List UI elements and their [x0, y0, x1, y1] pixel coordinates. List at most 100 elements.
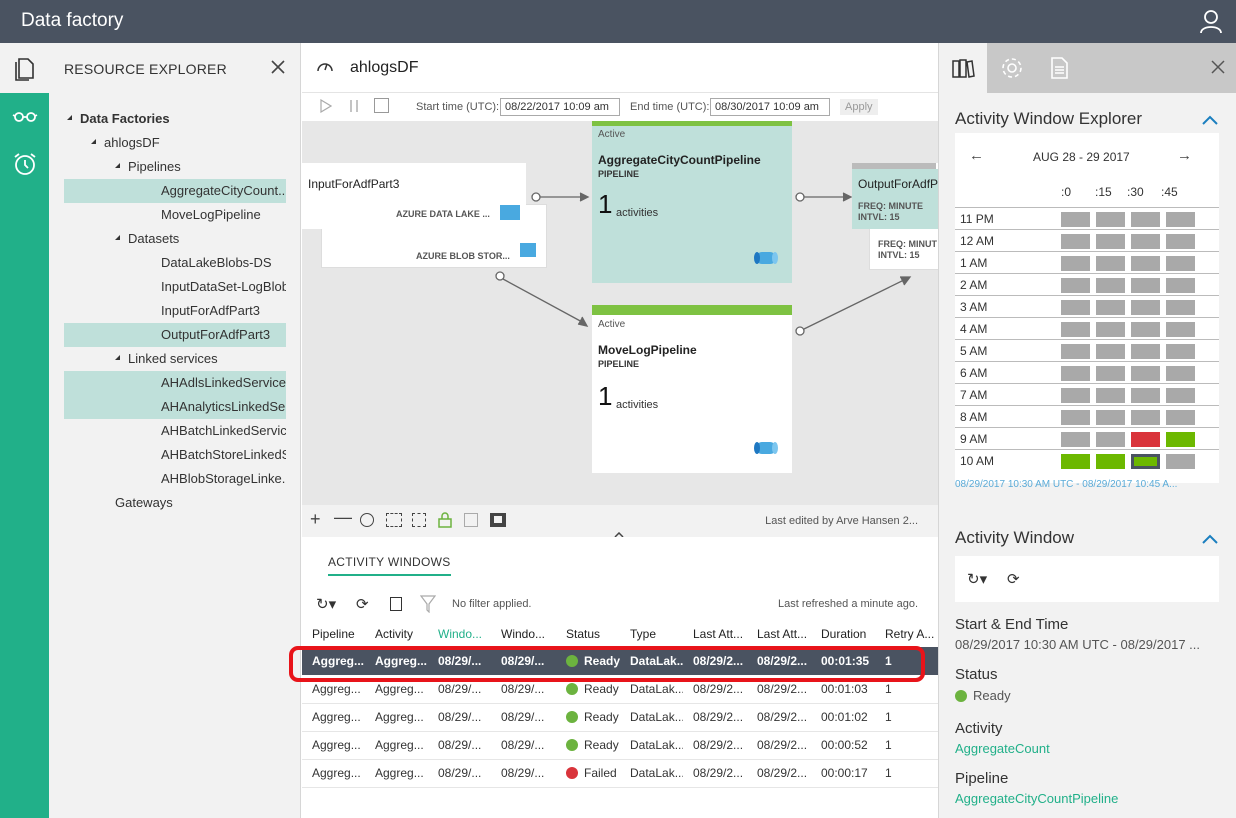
column-header[interactable]: Last Att...	[683, 621, 747, 647]
activity-window-cell[interactable]	[1061, 300, 1090, 315]
minimap-icon[interactable]	[490, 513, 506, 527]
monitor-glasses-icon[interactable]	[12, 103, 38, 129]
tree-item[interactable]: AHBatchStoreLinkedS...	[64, 443, 286, 467]
column-header[interactable]: Type	[620, 621, 683, 647]
books-icon[interactable]	[951, 56, 975, 80]
table-row[interactable]: Aggreg... Aggreg... 08/29/... 08/29/... Read…	[302, 647, 938, 675]
activity-window-cell[interactable]	[1096, 454, 1125, 469]
activity-window-cell[interactable]	[1096, 432, 1125, 447]
activity-window-cell[interactable]	[1166, 388, 1195, 403]
activity-window-cell[interactable]	[1096, 388, 1125, 403]
tab-activity-windows[interactable]: ACTIVITY WINDOWS	[328, 555, 451, 576]
activity-window-cell[interactable]	[1166, 366, 1195, 381]
user-icon[interactable]	[1198, 8, 1224, 34]
expand-triangle-icon[interactable]	[115, 163, 120, 169]
activity-window-cell[interactable]	[1131, 432, 1160, 447]
select-icon[interactable]	[412, 513, 426, 527]
activity-window-cell[interactable]	[1096, 212, 1125, 227]
activity-window-cell[interactable]	[1166, 212, 1195, 227]
tree-item[interactable]: DataLakeBlobs-DS	[64, 251, 286, 275]
activity-window-cell[interactable]	[1096, 300, 1125, 315]
diagram-canvas[interactable]: AZURE BLOB STOR... InputForAdfPart3 AZUR…	[302, 121, 938, 505]
column-header[interactable]: Pipeline	[302, 621, 365, 647]
close-icon[interactable]	[270, 59, 286, 75]
pipeline-link[interactable]: AggregateCityCountPipeline	[955, 791, 1118, 806]
play-icon[interactable]	[320, 99, 332, 113]
activity-window-cell[interactable]	[1131, 366, 1160, 381]
resource-explorer-icon[interactable]	[12, 55, 38, 81]
alarm-clock-icon[interactable]	[12, 151, 38, 177]
layout-icon[interactable]	[464, 513, 478, 527]
table-row[interactable]: Aggreg... Aggreg... 08/29/... 08/29/... Read…	[302, 731, 938, 760]
rerun-icon[interactable]: ↻▾	[316, 595, 336, 613]
document-icon[interactable]	[1047, 56, 1071, 80]
activity-window-cell[interactable]	[1166, 432, 1195, 447]
column-header[interactable]: Windo...	[428, 621, 491, 647]
activity-window-cell[interactable]	[1061, 212, 1090, 227]
tree-item[interactable]: InputForAdfPart3	[64, 299, 286, 323]
activity-window-cell[interactable]	[1096, 234, 1125, 249]
pipeline-node-movelog[interactable]: Active MoveLogPipeline PIPELINE 1 activi…	[592, 305, 792, 473]
expand-triangle-icon[interactable]	[115, 355, 120, 361]
activity-window-cell[interactable]	[1061, 366, 1090, 381]
table-row[interactable]: Aggreg... Aggreg... 08/29/... 08/29/... Fail…	[302, 759, 938, 788]
tree-item[interactable]: ahlogsDF	[64, 131, 286, 155]
filter-icon[interactable]	[420, 595, 436, 613]
start-time-input[interactable]: 08/22/2017 10:09 am	[500, 98, 620, 116]
tree-item[interactable]: Linked services	[64, 347, 286, 371]
collapse-chevron-icon[interactable]	[1202, 115, 1218, 125]
activity-window-cell[interactable]	[1131, 212, 1160, 227]
table-row[interactable]: Aggreg... Aggreg... 08/29/... 08/29/... Read…	[302, 703, 938, 732]
activity-link[interactable]: AggregateCount	[955, 741, 1050, 756]
activity-window-cell[interactable]	[1131, 300, 1160, 315]
activity-window-cell[interactable]	[1166, 344, 1195, 359]
activity-window-cell[interactable]	[1061, 388, 1090, 403]
next-arrow-icon[interactable]: →	[1177, 147, 1192, 164]
zoom-out-icon[interactable]: —	[334, 507, 352, 528]
zoom-100-icon[interactable]	[386, 513, 402, 527]
activity-window-cell[interactable]	[1096, 278, 1125, 293]
activity-window-cell[interactable]	[1061, 278, 1090, 293]
apply-button[interactable]: Apply	[840, 99, 878, 115]
activity-window-cell[interactable]	[1131, 256, 1160, 271]
activity-window-cell[interactable]	[1131, 410, 1160, 425]
end-time-input[interactable]: 08/30/2017 10:09 am	[710, 98, 830, 116]
stop-icon[interactable]	[374, 98, 389, 113]
close-icon[interactable]	[1211, 60, 1225, 74]
activity-window-cell[interactable]	[1131, 322, 1160, 337]
pipeline-node-aggregate[interactable]: Active AggregateCityCountPipeline PIPELI…	[592, 121, 792, 283]
expand-triangle-icon[interactable]	[91, 139, 96, 145]
activity-window-cell[interactable]	[1061, 322, 1090, 337]
column-header[interactable]: Activity	[365, 621, 428, 647]
dataset-output-node[interactable]: OutputForAdfP FREQ: MINUTE INTVL: 15	[852, 163, 938, 229]
copy-icon[interactable]	[390, 597, 402, 611]
activity-window-cell[interactable]	[1096, 366, 1125, 381]
refresh-icon[interactable]: ⟳	[1007, 570, 1020, 588]
prev-arrow-icon[interactable]: ←	[969, 147, 984, 164]
activity-window-cell[interactable]	[1096, 410, 1125, 425]
expand-triangle-icon[interactable]	[115, 235, 120, 241]
activity-window-cell[interactable]	[1166, 410, 1195, 425]
zoom-fit-icon[interactable]	[360, 513, 374, 527]
gear-icon[interactable]	[1000, 56, 1024, 80]
activity-window-cell[interactable]	[1061, 234, 1090, 249]
column-header[interactable]: Duration	[811, 621, 875, 647]
rerun-icon[interactable]: ↻▾	[967, 570, 987, 588]
activity-window-cell[interactable]	[1131, 344, 1160, 359]
lock-icon[interactable]	[438, 512, 452, 528]
zoom-in-icon[interactable]: +	[310, 509, 321, 530]
activity-window-cell[interactable]	[1131, 454, 1160, 469]
tree-item[interactable]: AHAnalyticsLinkedSer...	[64, 395, 286, 419]
activity-window-cell[interactable]	[1096, 322, 1125, 337]
activity-window-cell[interactable]	[1166, 322, 1195, 337]
activity-window-cell[interactable]	[1061, 344, 1090, 359]
activity-window-cell[interactable]	[1166, 278, 1195, 293]
activity-window-cell[interactable]	[1061, 410, 1090, 425]
activity-window-cell[interactable]	[1166, 256, 1195, 271]
activity-window-cell[interactable]	[1061, 454, 1090, 469]
tree-item[interactable]: AHBlobStorageLinke...	[64, 467, 286, 491]
collapse-chevron-icon[interactable]	[1202, 534, 1218, 544]
activity-window-cell[interactable]	[1166, 454, 1195, 469]
activity-window-cell[interactable]	[1061, 256, 1090, 271]
column-header[interactable]: Windo...	[491, 621, 556, 647]
